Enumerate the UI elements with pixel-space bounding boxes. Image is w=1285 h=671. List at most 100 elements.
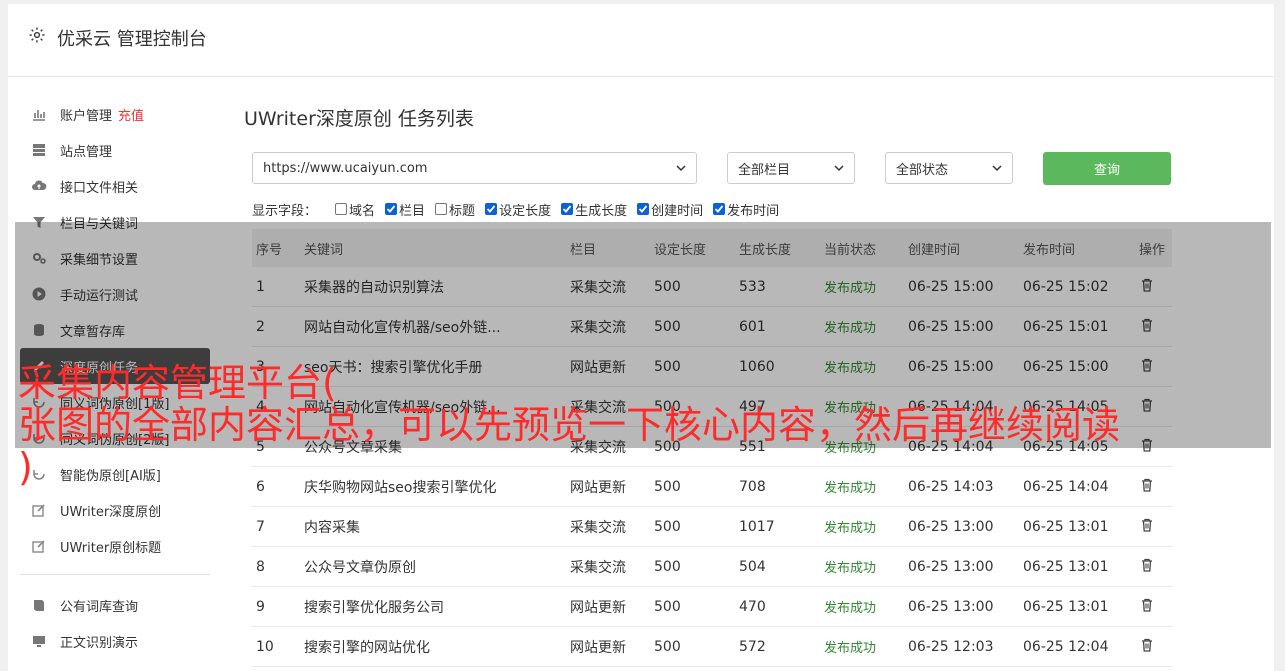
field-checkbox[interactable]: 创建时间 (637, 200, 703, 219)
table-row: 8 公众号文章伪原创 采集交流 500 504 发布成功 06-25 13:00 06-25 … (252, 547, 1172, 587)
trash-icon[interactable] (1139, 517, 1155, 533)
table-cell: 内容采集 (304, 519, 360, 536)
table-cell: 1017 (739, 518, 775, 535)
delete-button[interactable] (1135, 597, 1172, 617)
delete-button[interactable] (1135, 637, 1172, 657)
banner-line-1: 采集内容管理平台( (18, 361, 337, 405)
sidebar-item-label: UWriter深度原创 (60, 504, 162, 520)
status-select[interactable]: 全部状态 (885, 152, 1013, 184)
table-cell: 06-25 13:01 (1023, 518, 1109, 535)
table-cell: 06-25 13:00 (908, 558, 994, 575)
checkbox-icon[interactable] (713, 203, 726, 215)
checkbox-icon[interactable] (385, 203, 398, 215)
server-icon (30, 141, 48, 159)
site-select-value: https://www.ucaiyun.com (263, 160, 428, 176)
field-checkbox[interactable]: 栏目 (385, 200, 425, 219)
table-row: 10 搜索引擎的网站优化 网站更新 500 572 发布成功 06-25 12:03 06-2… (252, 627, 1172, 667)
display-fields-label: 显示字段： (252, 203, 318, 219)
field-checkbox-label: 创建时间 (651, 203, 704, 219)
table-cell: 发布成功 (824, 641, 877, 656)
table-cell: 采集交流 (570, 519, 626, 536)
query-button[interactable]: 查询 (1043, 152, 1171, 185)
table-cell: 发布成功 (824, 601, 877, 616)
delete-button[interactable] (1135, 517, 1172, 537)
chevron-down-icon (992, 165, 1002, 172)
table-row: 9 搜索引擎优化服务公司 网站更新 500 470 发布成功 06-25 13:00 06-2… (252, 587, 1172, 627)
trash-icon[interactable] (1139, 597, 1155, 613)
sidebar-item-label: UWriter原创标题 (60, 540, 162, 556)
column-select[interactable]: 全部栏目 (727, 152, 855, 184)
field-checkbox[interactable]: 标题 (435, 200, 475, 219)
checkbox-icon[interactable] (561, 203, 574, 215)
site-select[interactable]: https://www.ucaiyun.com (252, 152, 697, 184)
bar-chart-icon (30, 105, 48, 123)
table-cell: 06-25 13:00 (908, 598, 994, 615)
table-cell: 公众号文章伪原创 (304, 559, 416, 576)
checkbox-icon[interactable] (485, 203, 498, 215)
overlay-banner: 采集内容管理平台( 张图的全部内容汇总，可以先预览一下核心内容，然后再继续阅读 … (18, 362, 1120, 488)
chevron-down-icon (834, 165, 844, 172)
sidebar-item-1[interactable]: 账户管理 充值 (20, 96, 210, 132)
table-cell: 06-25 12:03 (908, 638, 994, 655)
table-cell: 500 (654, 558, 681, 575)
field-checkbox-label: 发布时间 (727, 203, 780, 219)
recharge-link[interactable]: 充值 (118, 105, 144, 124)
filter-bar: https://www.ucaiyun.com 全部栏目 全部状态 查询 (244, 152, 1171, 186)
table-cell: 500 (654, 598, 681, 615)
sidebar-item-extra-1[interactable]: 公有词库查询 (20, 587, 210, 623)
banner-line-3: ) (18, 445, 33, 489)
delete-button[interactable] (1135, 477, 1172, 497)
field-checkbox-label: 域名 (349, 203, 376, 219)
table-cell: 9 (256, 598, 265, 615)
table-cell: 504 (739, 558, 766, 575)
sidebar-item-2[interactable]: 站点管理 (20, 132, 210, 168)
field-checkbox-label: 标题 (449, 203, 476, 219)
field-checkbox-label: 设定长度 (499, 203, 552, 219)
chevron-down-icon (676, 165, 686, 172)
book-icon (30, 596, 48, 614)
field-checkbox-label: 栏目 (399, 203, 426, 219)
header-bar: 优采云 管理控制台 (8, 4, 1274, 77)
table-cell: 8 (256, 558, 265, 575)
sidebar-item-label: 站点管理 (60, 144, 113, 160)
table-cell: 搜索引擎的网站优化 (304, 639, 430, 656)
table-cell: 7 (256, 518, 265, 535)
table-cell: 06-25 13:01 (1023, 598, 1109, 615)
gear-icon (28, 26, 46, 44)
sidebar-divider (20, 574, 210, 575)
table-cell: 搜索引擎优化服务公司 (304, 599, 444, 616)
checkbox-icon[interactable] (637, 203, 650, 215)
field-checkbox[interactable]: 发布时间 (713, 200, 779, 219)
monitor-icon (30, 632, 48, 650)
pencil-square-icon (30, 537, 48, 555)
trash-icon[interactable] (1139, 637, 1155, 653)
table-cell: 500 (654, 638, 681, 655)
table-cell: 06-25 13:00 (908, 518, 994, 535)
checkbox-icon[interactable] (435, 203, 448, 215)
status-select-value: 全部状态 (896, 162, 949, 178)
trash-icon[interactable] (1139, 477, 1155, 493)
sidebar-item-12[interactable]: UWriter深度原创 (20, 492, 210, 528)
table-cell: 470 (739, 598, 766, 615)
table-cell: 发布成功 (824, 561, 877, 576)
page-title: UWriter深度原创 任务列表 (244, 108, 474, 130)
checkbox-icon[interactable] (335, 203, 348, 215)
trash-icon[interactable] (1139, 557, 1155, 573)
delete-button[interactable] (1135, 557, 1172, 577)
sidebar-item-3[interactable]: 接口文件相关 (20, 168, 210, 204)
banner-line-2: 张图的全部内容汇总，可以先预览一下核心内容，然后再继续阅读 (18, 403, 1121, 447)
field-checkbox[interactable]: 生成长度 (561, 200, 627, 219)
sidebar-item-extra-2[interactable]: 正文识别演示 (20, 623, 210, 659)
table-cell: 500 (654, 518, 681, 535)
sidebar-item-label: 公有词库查询 (60, 599, 139, 615)
field-checkbox[interactable]: 域名 (335, 200, 375, 219)
field-checkbox[interactable]: 设定长度 (485, 200, 551, 219)
table-row: 7 内容采集 采集交流 500 1017 发布成功 06-25 13:00 06-25 13:… (252, 507, 1172, 547)
sidebar-item-13[interactable]: UWriter原创标题 (20, 528, 210, 564)
cloud-upload-icon (30, 177, 48, 195)
column-select-value: 全部栏目 (738, 162, 791, 178)
table-cell: 06-25 13:01 (1023, 558, 1109, 575)
table-cell: 10 (256, 638, 274, 655)
table-cell: 06-25 12:04 (1023, 638, 1109, 655)
table-cell: 发布成功 (824, 521, 877, 536)
